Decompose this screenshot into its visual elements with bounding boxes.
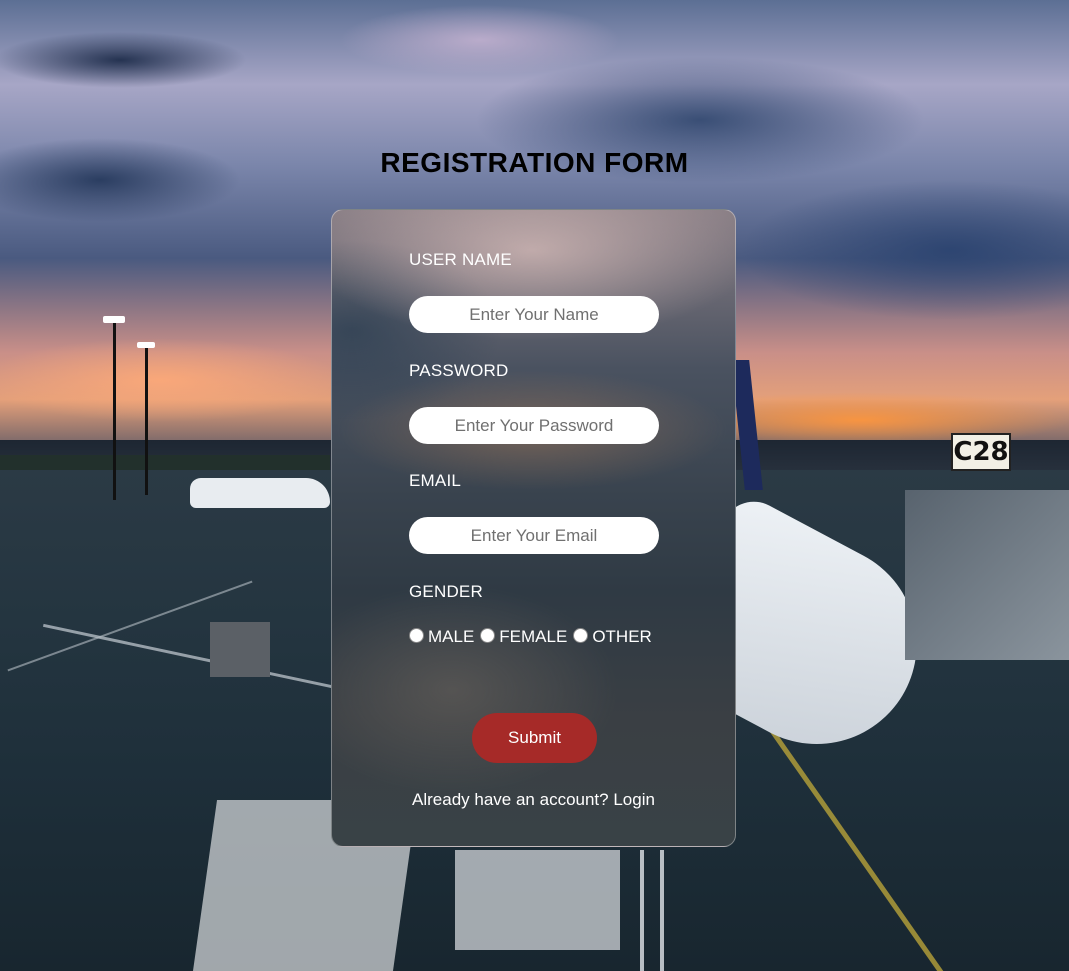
- gender-female-radio[interactable]: [480, 627, 496, 643]
- tarmac-line: [640, 850, 644, 971]
- gender-female-label: FEMALE: [499, 627, 568, 646]
- login-prompt: Already have an account?: [412, 790, 614, 809]
- username-input[interactable]: [409, 296, 659, 333]
- light-pole: [145, 345, 148, 495]
- login-link[interactable]: Login: [613, 790, 655, 809]
- jet-bridge: [905, 490, 1069, 660]
- gender-male-label: MALE: [428, 627, 475, 646]
- distant-airplane: [190, 478, 330, 508]
- email-input[interactable]: [409, 517, 659, 554]
- floodlight: [137, 342, 155, 348]
- baggage-cart: [455, 850, 620, 950]
- registration-card: USER NAME PASSWORD EMAIL GENDER MALE FEM…: [331, 209, 736, 847]
- tarmac-line: [660, 850, 664, 971]
- password-input[interactable]: [409, 407, 659, 444]
- login-prompt-row: Already have an account? Login: [332, 790, 735, 810]
- gender-other-label: OTHER: [592, 627, 652, 646]
- gate-sign: C28: [951, 433, 1011, 471]
- gender-other-radio[interactable]: [573, 627, 589, 643]
- submit-button[interactable]: Submit: [472, 713, 597, 763]
- email-label: EMAIL: [409, 471, 462, 490]
- gender-male-radio[interactable]: [409, 627, 424, 643]
- password-label: PASSWORD: [409, 361, 509, 380]
- username-label: USER NAME: [409, 250, 512, 269]
- ground-vehicle: [210, 622, 270, 677]
- page-title: REGISTRATION FORM: [380, 147, 689, 178]
- gender-options: MALE FEMALE OTHER: [409, 627, 658, 647]
- floodlight: [103, 316, 125, 323]
- gender-label: GENDER: [409, 582, 483, 601]
- light-pole: [113, 320, 116, 500]
